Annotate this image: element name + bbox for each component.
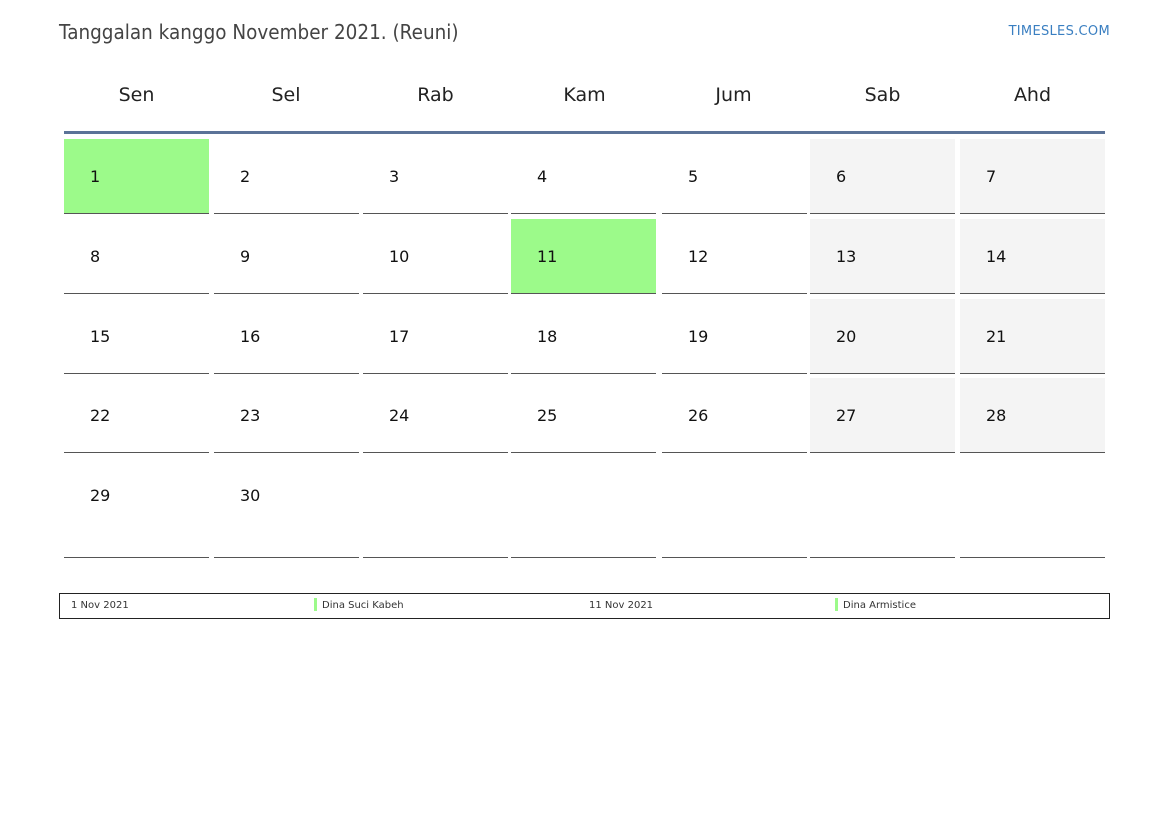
day-number: 8 bbox=[90, 247, 101, 266]
legend-date: 11 Nov 2021 bbox=[589, 600, 654, 611]
day-number: 2 bbox=[240, 167, 251, 186]
day-cell: 12 bbox=[662, 219, 807, 294]
weekday-label: Sen bbox=[118, 84, 155, 106]
day-cell: 8 bbox=[64, 219, 209, 294]
day-number: 3 bbox=[389, 167, 400, 186]
day-number: 19 bbox=[688, 327, 709, 346]
day-number: 29 bbox=[90, 486, 111, 505]
day-number: 11 bbox=[537, 247, 558, 266]
day-cell bbox=[363, 458, 508, 558]
day-cell: 20 bbox=[810, 299, 955, 374]
day-cell: 9 bbox=[214, 219, 359, 294]
day-cell: 29 bbox=[64, 458, 209, 558]
day-number: 10 bbox=[389, 247, 410, 266]
day-number: 24 bbox=[389, 406, 410, 425]
day-cell: 11 bbox=[511, 219, 656, 294]
holiday-legend: 1 Nov 2021 Dina Suci Kabeh 11 Nov 2021 D… bbox=[59, 593, 1110, 619]
day-cell: 30 bbox=[214, 458, 359, 558]
day-cell: 2 bbox=[214, 139, 359, 214]
legend-name-text: Dina Suci Kabeh bbox=[322, 600, 404, 611]
header-divider bbox=[64, 131, 1105, 134]
day-number: 25 bbox=[537, 406, 558, 425]
weekday-label: Ahd bbox=[1013, 84, 1052, 106]
weekday-label: Jum bbox=[715, 84, 752, 106]
day-number: 16 bbox=[240, 327, 261, 346]
day-number: 9 bbox=[240, 247, 251, 266]
day-cell: 23 bbox=[214, 378, 359, 453]
day-number: 21 bbox=[986, 327, 1007, 346]
day-number: 6 bbox=[836, 167, 847, 186]
holiday-color-swatch bbox=[314, 598, 317, 611]
day-cell: 24 bbox=[363, 378, 508, 453]
weekday-header: Sen Sel Rab Kam Jum Sab Ahd bbox=[64, 84, 1105, 114]
day-cell: 1 bbox=[64, 139, 209, 214]
day-cell: 26 bbox=[662, 378, 807, 453]
day-cell: 3 bbox=[363, 139, 508, 214]
day-cell: 21 bbox=[960, 299, 1105, 374]
day-cell: 25 bbox=[511, 378, 656, 453]
day-cell: 22 bbox=[64, 378, 209, 453]
day-number: 30 bbox=[240, 486, 261, 505]
day-cell: 17 bbox=[363, 299, 508, 374]
day-number: 12 bbox=[688, 247, 709, 266]
day-number: 23 bbox=[240, 406, 261, 425]
legend-date: 1 Nov 2021 bbox=[71, 600, 129, 611]
day-cell: 7 bbox=[960, 139, 1105, 214]
weekday-label: Sel bbox=[271, 84, 301, 106]
day-number: 15 bbox=[90, 327, 111, 346]
day-number: 14 bbox=[986, 247, 1007, 266]
day-cell: 18 bbox=[511, 299, 656, 374]
day-cell: 13 bbox=[810, 219, 955, 294]
legend-holiday-name: Dina Suci Kabeh bbox=[314, 598, 404, 611]
calendar-page: Tanggalan kanggo November 2021. (Reuni) … bbox=[0, 0, 1169, 827]
day-cell bbox=[511, 458, 656, 558]
day-number: 13 bbox=[836, 247, 857, 266]
day-number: 4 bbox=[537, 167, 548, 186]
day-number: 26 bbox=[688, 406, 709, 425]
weekday-label: Sab bbox=[864, 84, 901, 106]
weekday-label: Kam bbox=[563, 84, 606, 106]
weekday-label: Rab bbox=[417, 84, 454, 106]
day-cell: 14 bbox=[960, 219, 1105, 294]
day-cell: 4 bbox=[511, 139, 656, 214]
calendar-grid: 1 2 3 4 5 6 7 8 9 10 11 12 13 14 15 16 17 18 19 20 21 22 23 24 2… bbox=[64, 139, 1105, 579]
legend-name-text: Dina Armistice bbox=[843, 600, 916, 611]
day-number: 7 bbox=[986, 167, 997, 186]
day-number: 1 bbox=[90, 167, 101, 186]
day-number: 5 bbox=[688, 167, 699, 186]
day-number: 20 bbox=[836, 327, 857, 346]
day-number: 28 bbox=[986, 406, 1007, 425]
day-cell: 27 bbox=[810, 378, 955, 453]
day-number: 27 bbox=[836, 406, 857, 425]
day-cell bbox=[662, 458, 807, 558]
day-cell: 10 bbox=[363, 219, 508, 294]
day-cell: 28 bbox=[960, 378, 1105, 453]
day-cell: 15 bbox=[64, 299, 209, 374]
day-number: 17 bbox=[389, 327, 410, 346]
day-cell: 6 bbox=[810, 139, 955, 214]
legend-holiday-name: Dina Armistice bbox=[835, 598, 916, 611]
day-cell: 5 bbox=[662, 139, 807, 214]
day-number: 18 bbox=[537, 327, 558, 346]
brand-link[interactable]: TIMESLES.COM bbox=[1009, 24, 1110, 39]
day-cell bbox=[810, 458, 955, 558]
day-cell: 19 bbox=[662, 299, 807, 374]
day-number: 22 bbox=[90, 406, 111, 425]
day-cell: 16 bbox=[214, 299, 359, 374]
day-cell bbox=[960, 458, 1105, 558]
page-title: Tanggalan kanggo November 2021. (Reuni) bbox=[59, 20, 459, 44]
holiday-color-swatch bbox=[835, 598, 838, 611]
